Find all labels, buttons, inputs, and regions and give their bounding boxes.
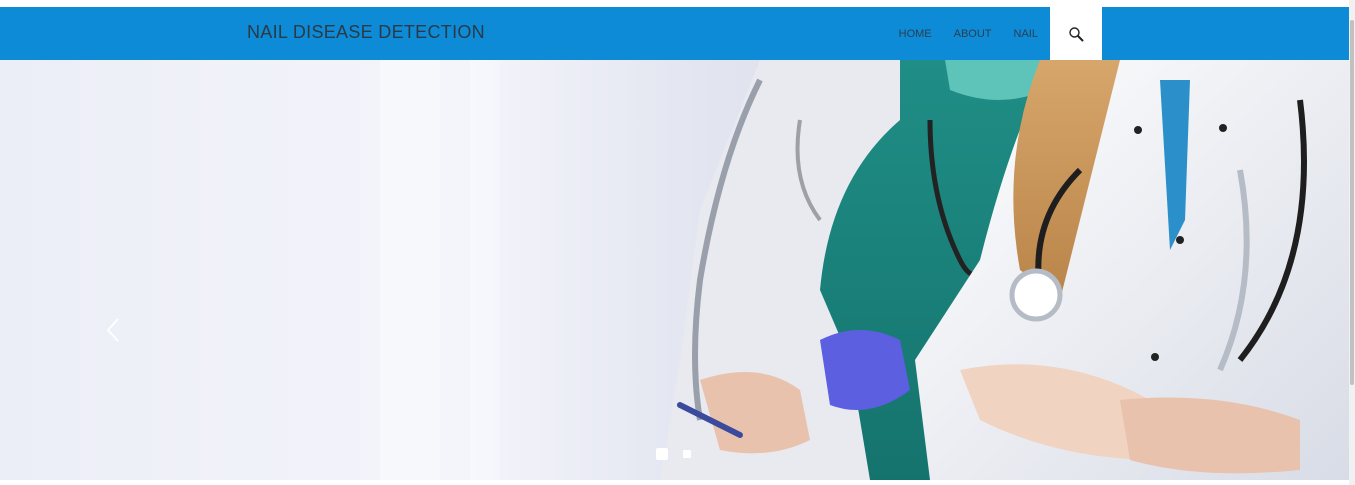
hero-image — [0, 60, 1349, 480]
brand-title[interactable]: NAIL DISEASE DETECTION — [247, 22, 485, 43]
nav-nail[interactable]: NAIL — [1014, 28, 1038, 40]
chevron-left-icon — [106, 318, 119, 342]
scrollbar-thumb[interactable] — [1350, 20, 1354, 385]
carousel-prev-button[interactable] — [100, 315, 124, 345]
search-icon — [1069, 26, 1084, 41]
carousel-indicator-1[interactable] — [656, 448, 668, 460]
page: NAIL DISEASE DETECTION HOME ABOUT NAIL — [0, 0, 1355, 485]
navbar: NAIL DISEASE DETECTION HOME ABOUT NAIL — [0, 7, 1349, 60]
hero-carousel — [0, 60, 1349, 480]
top-strip — [0, 0, 1355, 7]
search-button[interactable] — [1050, 7, 1102, 60]
nav-links: HOME ABOUT NAIL — [877, 7, 1038, 60]
nav-home[interactable]: HOME — [899, 28, 932, 40]
nav-about[interactable]: ABOUT — [954, 28, 992, 40]
carousel-indicator-2[interactable] — [683, 450, 691, 458]
